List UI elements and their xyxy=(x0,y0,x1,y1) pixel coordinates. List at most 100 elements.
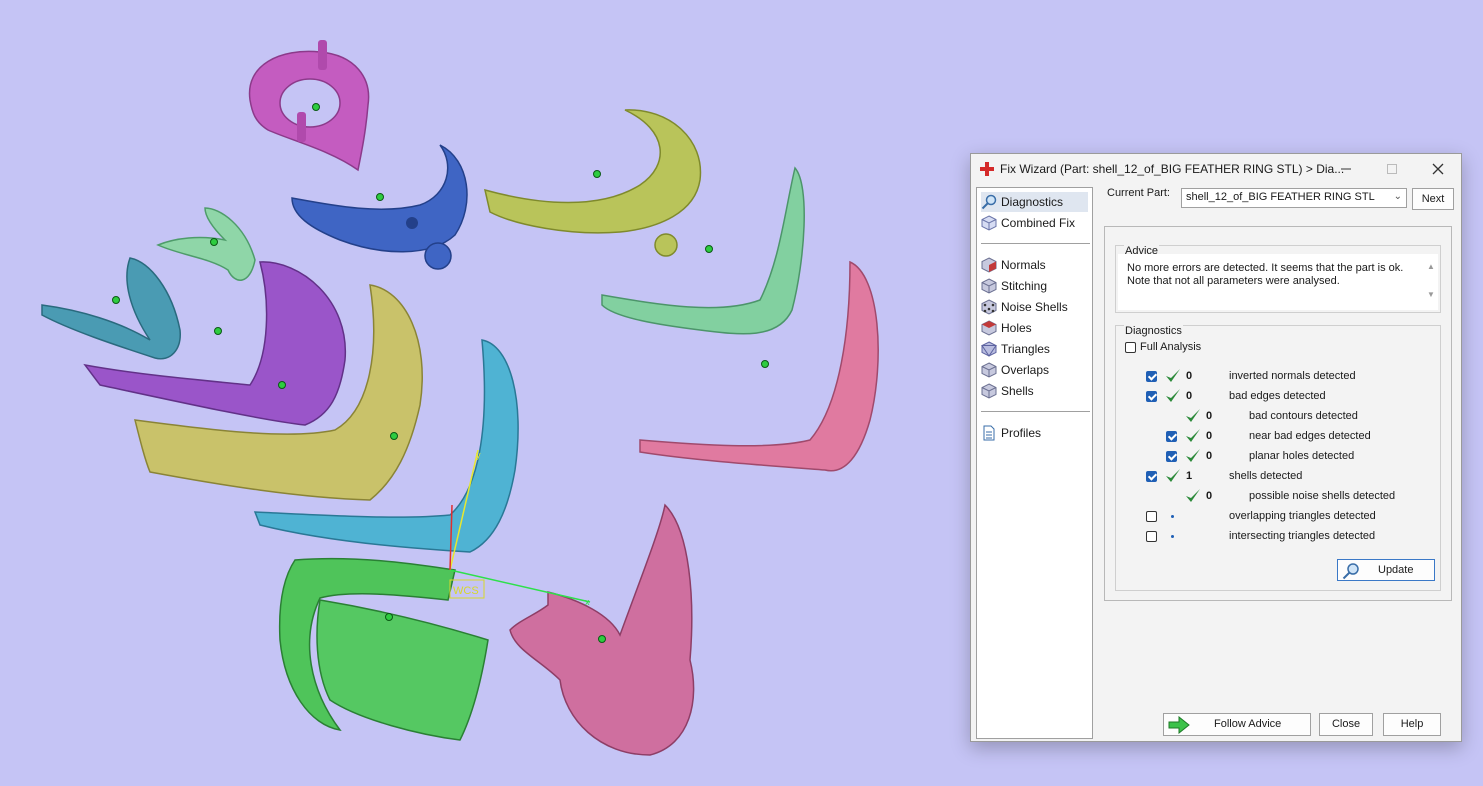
wcs-label: WCS xyxy=(453,585,479,597)
check-icon xyxy=(1186,449,1200,462)
diagnostic-label: possible noise shells detected xyxy=(1249,490,1396,502)
check-icon xyxy=(1166,389,1180,402)
minimize-button[interactable] xyxy=(1323,154,1369,184)
help-button[interactable]: Help xyxy=(1383,713,1441,736)
diagnostic-checkbox[interactable] xyxy=(1166,451,1177,462)
minimize-icon xyxy=(1341,168,1351,170)
diagnostic-checkbox[interactable] xyxy=(1146,371,1157,382)
nav-divider xyxy=(981,411,1090,412)
nav-label: Profiles xyxy=(1001,426,1042,440)
part-centroid-marker[interactable] xyxy=(598,635,606,643)
nav-item-profiles[interactable]: Profiles xyxy=(981,423,1088,443)
part-teal-left[interactable] xyxy=(41,257,181,360)
diagnostic-checkbox[interactable] xyxy=(1146,471,1157,482)
nav-label: Holes xyxy=(1001,321,1032,335)
current-part-select[interactable]: shell_12_of_BIG FEATHER RING STL ⌄ xyxy=(1181,188,1407,208)
normals-cube-icon xyxy=(981,257,997,273)
nav-item-diagnostics[interactable]: Diagnostics xyxy=(981,192,1088,212)
part-pink-ring[interactable] xyxy=(509,503,695,756)
nav-label: Combined Fix xyxy=(1001,216,1076,230)
part-mint-small[interactable] xyxy=(156,207,256,281)
diagnostic-count: 0 xyxy=(1186,370,1193,382)
diagnostic-label: near bad edges detected xyxy=(1249,430,1371,442)
next-button[interactable]: Next xyxy=(1412,188,1454,210)
diagnostic-count: 0 xyxy=(1206,410,1213,422)
magnifier-icon xyxy=(1342,563,1359,580)
diagnostic-checkbox[interactable] xyxy=(1166,431,1177,442)
pending-dot-icon xyxy=(1171,535,1174,538)
part-centroid-marker[interactable] xyxy=(312,103,320,111)
diagnostic-row: intersecting triangles detected xyxy=(1116,528,1436,546)
full-analysis-option[interactable]: Full Analysis xyxy=(1125,341,1201,353)
follow-advice-button[interactable]: Follow Advice xyxy=(1163,713,1311,736)
part-blue-arc[interactable] xyxy=(291,144,468,270)
part-centroid-marker[interactable] xyxy=(593,170,601,178)
maximize-button[interactable] xyxy=(1369,154,1415,184)
part-centroid-marker[interactable] xyxy=(278,381,286,389)
diagnostic-count: 1 xyxy=(1186,470,1193,482)
magnifier-icon xyxy=(981,194,997,210)
diagnostic-count: 0 xyxy=(1206,490,1213,502)
diagnostic-row: overlapping triangles detected xyxy=(1116,508,1436,526)
diagnostics-panel: Advice No more errors are detected. It s… xyxy=(1104,226,1452,601)
diagnostic-checkbox[interactable] xyxy=(1146,391,1157,402)
nav-label: Stitching xyxy=(1001,279,1048,293)
document-icon xyxy=(983,425,995,441)
part-centroid-marker[interactable] xyxy=(390,432,398,440)
diagnostic-label: bad contours detected xyxy=(1249,410,1358,422)
nav-label: Overlaps xyxy=(1001,363,1050,377)
part-olive-arc[interactable] xyxy=(483,109,702,257)
diagnostic-row: 0 planar holes detected xyxy=(1116,448,1436,466)
diagnostic-count: 0 xyxy=(1206,450,1213,462)
nav-item-holes[interactable]: Holes xyxy=(981,318,1088,338)
full-analysis-label: Full Analysis xyxy=(1140,341,1202,353)
part-centroid-marker[interactable] xyxy=(385,613,393,621)
nav-item-noise-shells[interactable]: Noise Shells xyxy=(981,297,1088,317)
part-centroid-marker[interactable] xyxy=(210,238,218,246)
part-magenta-top[interactable] xyxy=(248,40,370,172)
follow-advice-label: Follow Advice xyxy=(1214,718,1282,730)
part-centroid-marker[interactable] xyxy=(705,245,713,253)
advice-scrollbar[interactable]: ▲ ▼ xyxy=(1426,260,1436,304)
wizard-nav-panel: Diagnostics Combined Fix Normals Stitchi… xyxy=(976,187,1093,739)
part-centroid-marker[interactable] xyxy=(112,296,120,304)
nav-label: Noise Shells xyxy=(1001,300,1068,314)
diagnostic-count: 0 xyxy=(1206,430,1213,442)
part-pink-feather[interactable] xyxy=(639,260,879,472)
advice-textbox[interactable]: No more errors are detected. It seems th… xyxy=(1118,254,1438,310)
nav-label: Diagnostics xyxy=(1001,195,1064,209)
close-window-button[interactable] xyxy=(1415,154,1461,184)
part-centroid-marker[interactable] xyxy=(376,193,384,201)
nav-item-overlaps[interactable]: Overlaps xyxy=(981,360,1088,380)
check-icon xyxy=(1186,429,1200,442)
nav-item-shells[interactable]: Shells xyxy=(981,381,1088,401)
nav-item-stitching[interactable]: Stitching xyxy=(981,276,1088,296)
chevron-down-icon: ⌄ xyxy=(1393,191,1402,202)
diagnostic-row: 1 shells detected xyxy=(1116,468,1436,486)
dialog-title: Fix Wizard (Part: shell_12_of_BIG FEATHE… xyxy=(1000,162,1345,176)
cube-icon xyxy=(981,215,997,231)
diagnostic-label: bad edges detected xyxy=(1229,390,1326,402)
nav-item-combined-fix[interactable]: Combined Fix xyxy=(981,213,1088,233)
diagnostic-checkbox[interactable] xyxy=(1146,531,1157,542)
stitching-cube-icon xyxy=(981,278,997,294)
close-button[interactable]: Close xyxy=(1319,713,1373,736)
full-analysis-checkbox[interactable] xyxy=(1125,341,1136,353)
diagnostic-label: inverted normals detected xyxy=(1229,370,1356,382)
diagnostic-row: 0 bad edges detected xyxy=(1116,388,1436,406)
part-centroid-marker[interactable] xyxy=(214,327,222,335)
current-part-label: Current Part: xyxy=(1107,187,1170,199)
diagnostic-label: shells detected xyxy=(1229,470,1303,482)
pending-dot-icon xyxy=(1171,515,1174,518)
nav-item-triangles[interactable]: Triangles xyxy=(981,339,1088,359)
update-button[interactable]: Update xyxy=(1337,559,1435,581)
diagnostic-checkbox[interactable] xyxy=(1146,511,1157,522)
dialog-titlebar[interactable]: Fix Wizard (Part: shell_12_of_BIG FEATHE… xyxy=(971,154,1461,184)
nav-item-normals[interactable]: Normals xyxy=(981,255,1088,275)
nav-label: Shells xyxy=(1001,384,1034,398)
arrow-right-icon xyxy=(1168,716,1190,734)
nav-divider xyxy=(981,243,1090,244)
part-centroid-marker[interactable] xyxy=(761,360,769,368)
check-icon xyxy=(1166,369,1180,382)
diagnostic-label: intersecting triangles detected xyxy=(1229,530,1376,542)
